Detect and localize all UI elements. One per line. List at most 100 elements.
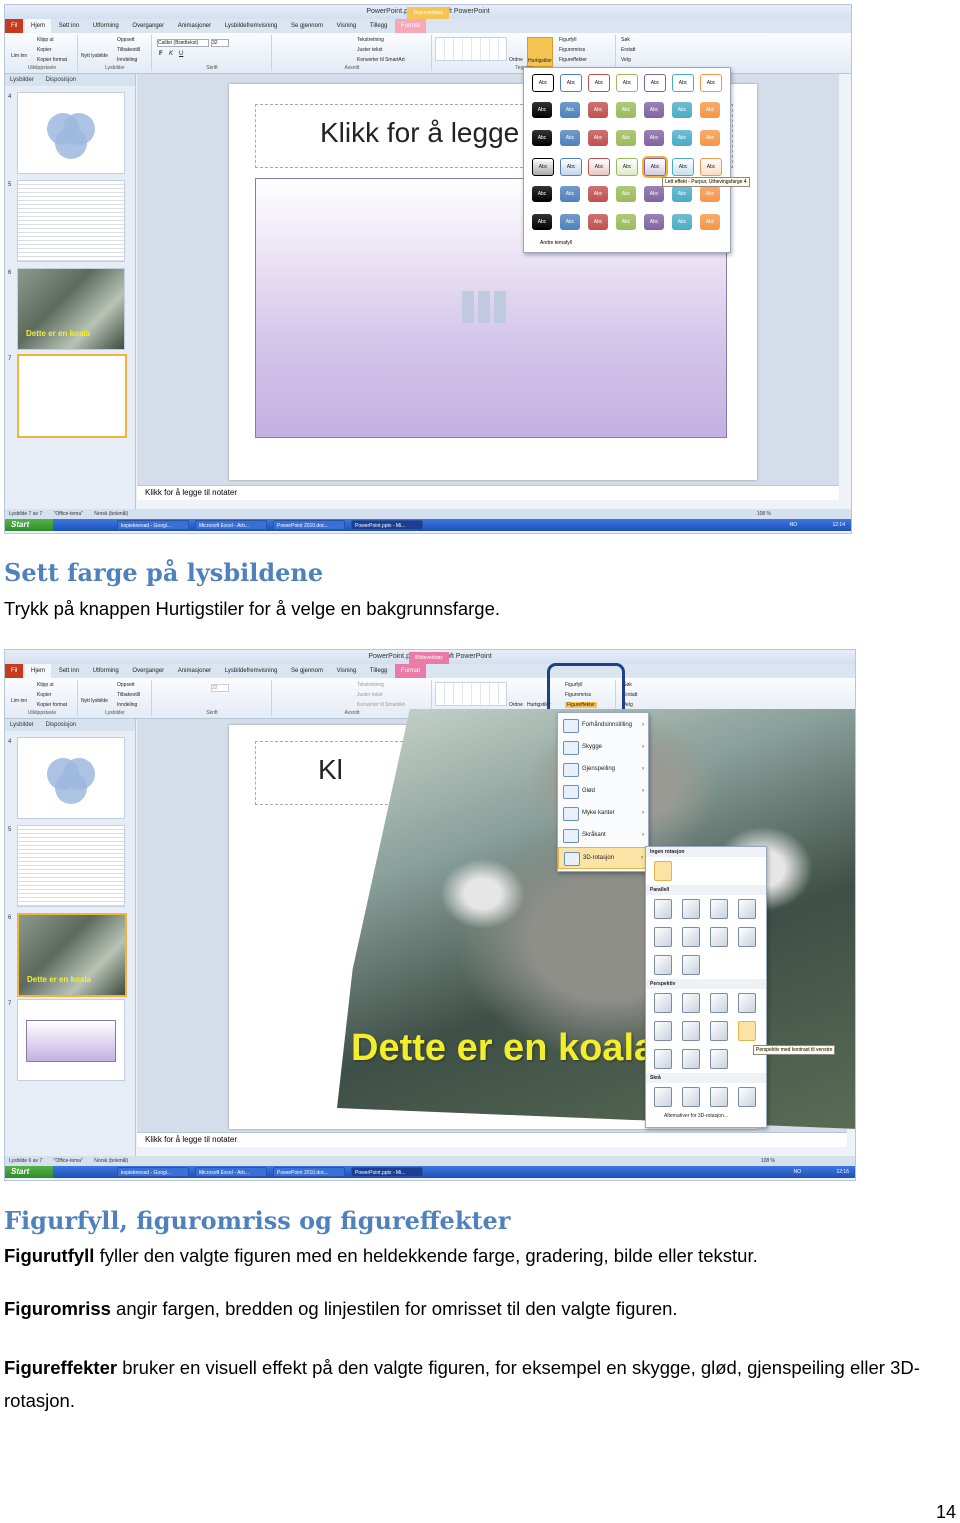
3d-rotation-option[interactable] [682,993,700,1013]
style-swatch[interactable]: Abc [616,186,636,202]
3d-rotation-option[interactable] [738,927,756,947]
slide-thumbnail-7[interactable] [17,354,127,438]
tab-transitions[interactable]: Overganger [126,19,170,33]
3d-rotation-option[interactable] [682,899,700,919]
style-swatch[interactable]: Abc [700,102,720,118]
style-swatch[interactable]: Abc [588,74,610,92]
3d-rotation-option[interactable] [738,993,756,1013]
taskbar-item[interactable]: PowerPoint 2010.doc... [273,520,345,530]
3d-rotation-option[interactable] [654,1049,672,1069]
3d-rotation-option[interactable] [710,1049,728,1069]
smartart-button[interactable]: Konverter til SmartArt [357,702,405,708]
new-slide-button[interactable]: Nytt lysbilde [81,53,108,59]
bold-button[interactable]: F [159,51,163,57]
tab-design[interactable]: Utforming [87,19,125,33]
tab-animations[interactable]: Animasjoner [172,19,217,33]
style-swatch[interactable]: Abc [672,74,694,92]
slide-thumbnail-5[interactable] [17,825,125,907]
align-text-button[interactable]: Juster tekst [357,692,383,698]
select-button[interactable]: Velg [621,57,631,63]
style-swatch[interactable]: Abc [700,158,722,176]
taskbar-item[interactable]: PowerPoint 2010.doc... [273,1167,345,1177]
tab-file[interactable]: Fil [5,664,24,678]
shape-fill-button[interactable]: Figurfyll [559,37,577,43]
underline-button[interactable]: U [179,51,183,57]
tab-format[interactable]: Format [395,664,427,678]
shape-outline-button[interactable]: Figuromriss [559,47,585,53]
text-direction-button[interactable]: Tekstretning [357,682,384,688]
taskbar-item[interactable]: kopieknevad - Googl... [117,1167,189,1177]
taskbar-item[interactable]: kopieknevad - Googl... [117,520,189,530]
zoom-level[interactable]: 108 % [761,1156,775,1166]
layout-button[interactable]: Oppsett [117,682,135,688]
tray-language[interactable]: NO [790,519,798,531]
slide-thumbnail-6[interactable]: Dette er en koala [17,268,125,350]
copy-button[interactable]: Kopier [37,692,51,698]
3d-rotation-option[interactable] [738,1087,756,1107]
arrange-button[interactable]: Ordne [509,57,523,63]
cut-button[interactable]: Klipp ut [37,682,54,688]
paste-button[interactable]: Lim inn [11,698,27,704]
style-swatch[interactable]: Abc [642,156,668,178]
other-theme-fills[interactable]: Andre temafyll [540,240,572,246]
style-swatch[interactable]: Abc [700,214,720,230]
style-swatch[interactable]: Abc [532,130,552,146]
style-swatch[interactable]: Abc [560,214,580,230]
tab-review[interactable]: Se gjennom [285,19,329,33]
tab-home[interactable]: Hjem [25,664,52,678]
style-swatch[interactable]: Abc [560,74,582,92]
style-swatch[interactable]: Abc [644,186,664,202]
text-direction-button[interactable]: Tekstretning [357,37,384,43]
3d-rotation-option[interactable] [654,993,672,1013]
shapes-gallery[interactable] [435,682,507,706]
slide-thumbnail-7[interactable] [17,999,125,1081]
3d-rotation-option[interactable] [654,955,672,975]
style-swatch[interactable]: Abc [616,74,638,92]
style-swatch[interactable]: Abc [672,158,694,176]
3d-rotation-option[interactable] [710,1087,728,1107]
shapes-gallery[interactable] [435,37,507,61]
style-swatch[interactable]: Abc [644,102,664,118]
quick-styles-button[interactable]: Hurtigstiler [527,37,553,67]
3d-rotation-options-link[interactable]: Alternativer for 3D-rotasjon... [664,1113,728,1119]
style-swatch[interactable]: Abc [532,74,554,92]
style-swatch[interactable]: Abc [588,158,610,176]
style-swatch[interactable]: Abc [616,158,638,176]
style-swatch[interactable]: Abc [672,214,692,230]
menu-soft-edges[interactable]: Myke kanter › [558,803,648,823]
arrange-button[interactable]: Ordne [509,702,523,708]
style-swatch[interactable]: Abc [532,102,552,118]
paste-button[interactable]: Lim inn [11,53,27,59]
style-swatch[interactable]: Abc [532,214,552,230]
tab-file[interactable]: Fil [5,19,24,33]
style-swatch[interactable]: Abc [588,214,608,230]
3d-rotation-option[interactable] [738,1021,756,1041]
tab-home[interactable]: Hjem [25,19,52,33]
replace-button[interactable]: Erstatt [621,47,635,53]
tab-slideshow[interactable]: Lysbildefremvisning [219,19,283,33]
style-swatch[interactable]: Abc [700,74,722,92]
find-button[interactable]: Søk [621,37,630,43]
3d-rotation-option[interactable] [682,927,700,947]
tab-slides[interactable]: Lysbilder [5,722,39,728]
section-button[interactable]: Inndeling [117,702,137,708]
3d-rotation-option[interactable] [654,899,672,919]
style-swatch[interactable]: Abc [644,214,664,230]
zoom-level[interactable]: 108 % [757,509,771,519]
tab-review[interactable]: Se gjennom [285,664,329,678]
style-swatch[interactable]: Abc [644,130,664,146]
tab-addins[interactable]: Tillegg [364,664,393,678]
tab-design[interactable]: Utforming [87,664,125,678]
style-swatch[interactable]: Abc [616,130,636,146]
3d-rotation-option[interactable] [654,927,672,947]
slide-thumbnail-5[interactable] [17,180,125,262]
font-name-box[interactable]: Calibri (Brødtekst) [157,39,209,47]
tab-insert[interactable]: Sett inn [53,664,85,678]
align-text-button[interactable]: Juster tekst [357,47,383,53]
new-slide-button[interactable]: Nytt lysbilde [81,698,108,704]
notes-pane[interactable]: Klikk for å legge til notater [137,1132,847,1147]
copy-button[interactable]: Kopier [37,47,51,53]
smartart-button[interactable]: Konverter til SmartArt [357,57,405,63]
font-size-box[interactable]: 32 [211,684,229,692]
style-swatch[interactable]: Abc [532,186,552,202]
